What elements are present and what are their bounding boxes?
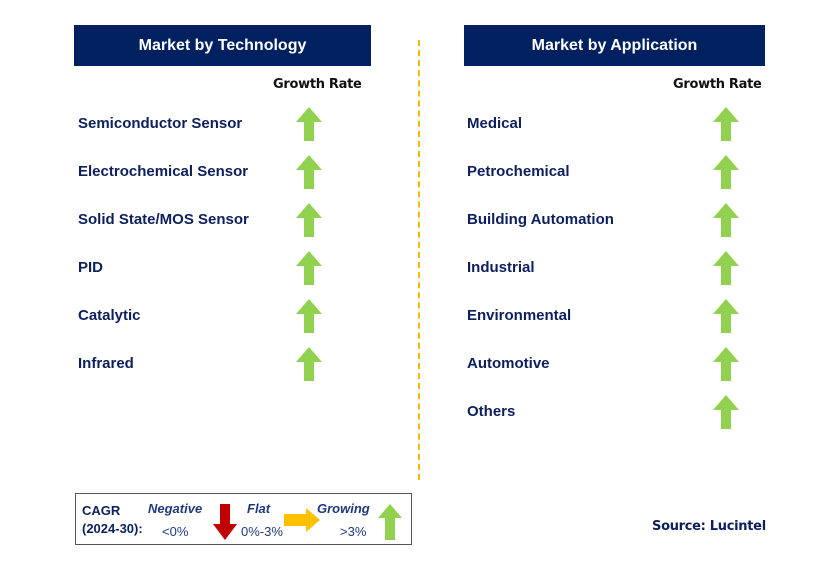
up-arrow-icon — [378, 504, 402, 540]
application-growth-rate-label: Growth Rate — [673, 77, 762, 92]
technology-header: Market by Technology — [74, 25, 371, 66]
technology-item-label: Infrared — [78, 355, 134, 372]
source-label: Source: Lucintel — [652, 519, 766, 534]
up-arrow-icon — [296, 347, 322, 381]
up-arrow-icon — [713, 251, 739, 285]
application-header: Market by Application — [464, 25, 765, 66]
up-arrow-icon — [296, 251, 322, 285]
up-arrow-icon — [296, 107, 322, 141]
application-item-label: Building Automation — [467, 211, 614, 228]
legend-growing-label: Growing — [317, 501, 370, 516]
technology-item-label: Catalytic — [78, 307, 141, 324]
technology-item-label: Semiconductor Sensor — [78, 115, 243, 132]
legend-growing-range: >3% — [340, 524, 367, 539]
right-arrow-icon — [284, 508, 320, 532]
up-arrow-icon — [713, 203, 739, 237]
up-arrow-icon — [713, 395, 739, 429]
divider — [418, 40, 420, 480]
application-item-label: Industrial — [467, 259, 535, 276]
up-arrow-icon — [713, 347, 739, 381]
legend-negative-label: Negative — [148, 501, 203, 516]
up-arrow-icon — [296, 155, 322, 189]
technology-growth-rate-label: Growth Rate — [273, 77, 362, 92]
legend-cagr-period: (2024-30): — [82, 521, 143, 536]
legend-flat-label: Flat — [247, 501, 271, 516]
legend-flat-range: 0%-3% — [241, 524, 283, 539]
application-item-label: Medical — [467, 115, 523, 132]
application-item-label: Environmental — [467, 307, 572, 324]
up-arrow-icon — [296, 299, 322, 333]
application-item-label: Petrochemical — [467, 163, 570, 180]
up-arrow-icon — [713, 299, 739, 333]
cagr-legend: CAGR (2024-30): Negative <0% Flat 0%-3% … — [75, 493, 412, 545]
application-item-label: Others — [467, 403, 516, 420]
down-arrow-icon — [213, 504, 237, 540]
application-item-label: Automotive — [467, 355, 550, 372]
legend-cagr-label: CAGR — [82, 503, 121, 518]
up-arrow-icon — [713, 155, 739, 189]
technology-item-label: Solid State/MOS Sensor — [78, 211, 249, 228]
infographic: Market by Technology Growth Rate Semicon… — [0, 0, 829, 570]
up-arrow-icon — [296, 203, 322, 237]
up-arrow-icon — [713, 107, 739, 141]
technology-item-label: PID — [78, 259, 104, 276]
legend-negative-range: <0% — [162, 524, 189, 539]
technology-item-label: Electrochemical Sensor — [78, 163, 249, 180]
